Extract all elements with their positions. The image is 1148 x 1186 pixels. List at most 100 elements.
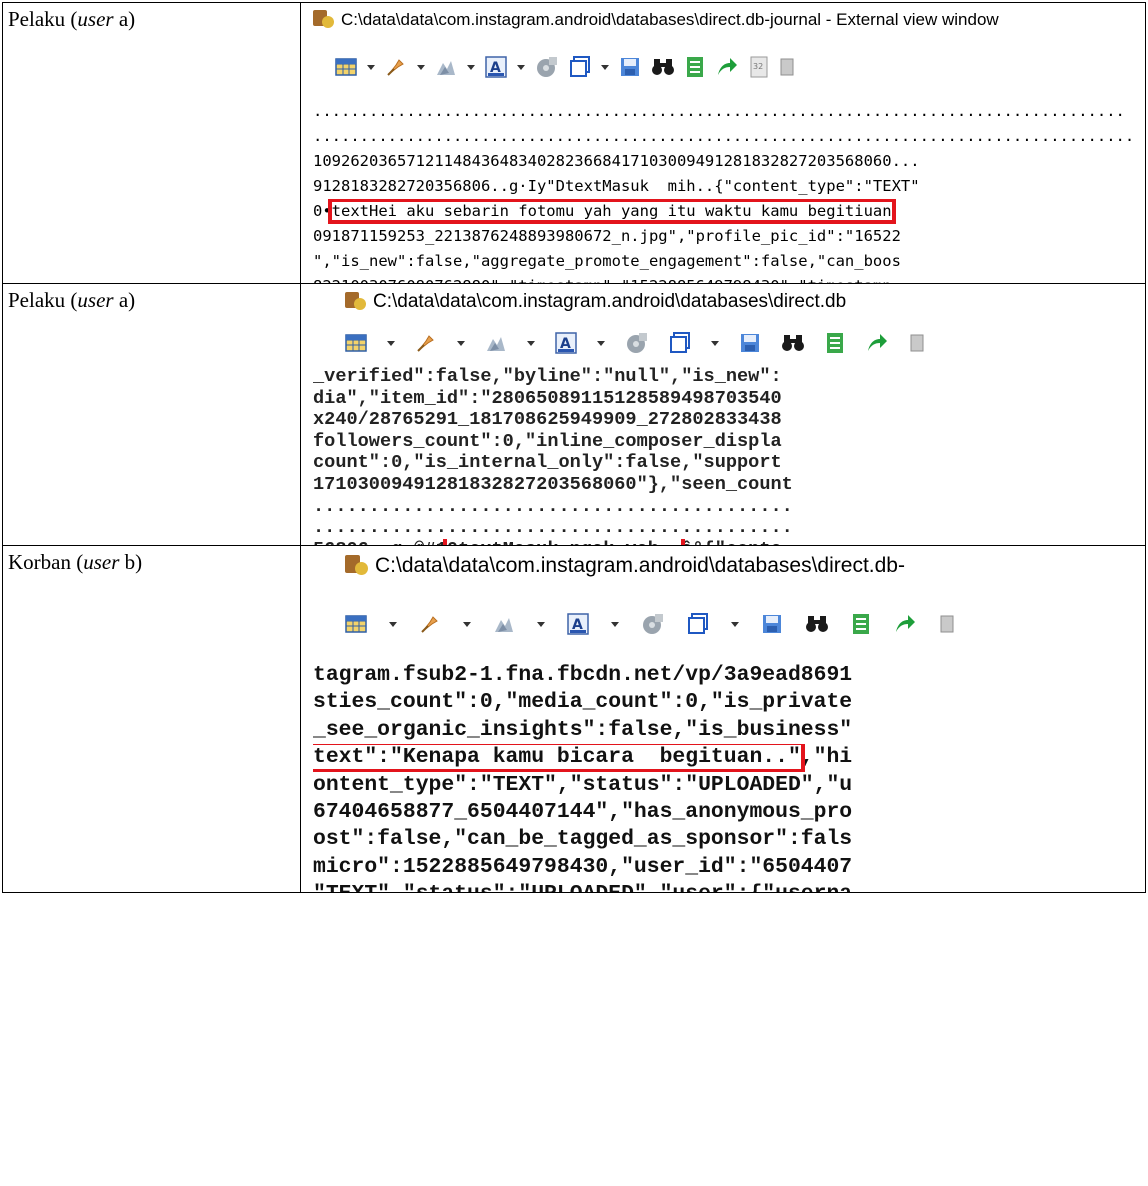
calc-icon[interactable]: 32 xyxy=(749,56,769,78)
arrow-icon[interactable] xyxy=(715,56,739,78)
hex-line: x240/28765291_181708625949909_2728028334… xyxy=(313,409,782,431)
highlighted-message: textHei aku sebarin fotomu yah yang itu … xyxy=(327,199,896,224)
hex-text-view: tagram.fsub2-1.fna.fbcdn.net/vp/3a9ead86… xyxy=(302,662,1145,892)
hex-line: ........................................… xyxy=(313,102,1125,120)
evidence-row-3: Korban (user b) C:\data\data\com.instagr… xyxy=(2,545,1146,893)
hex-line-after: ,"hi xyxy=(800,745,853,770)
chevron-down-icon[interactable] xyxy=(537,621,545,627)
hex-line: followers_count":0,"inline_composer_disp… xyxy=(313,430,782,452)
chart-icon[interactable] xyxy=(435,57,457,77)
viewer-window-3: C:\data\data\com.instagram.android\datab… xyxy=(301,546,1145,892)
chevron-down-icon[interactable] xyxy=(517,64,525,70)
hex-line: text":"Kenapa kamu bicara begituan..","h… xyxy=(313,744,1145,772)
screenshot-cell-1: C:\data\data\com.instagram.android\datab… xyxy=(300,2,1146,284)
text-color-icon[interactable]: A xyxy=(485,56,507,78)
label-suffix: a) xyxy=(113,7,136,31)
viewer-window-2: C:\data\data\com.instagram.android\datab… xyxy=(301,284,1145,545)
disk-icon[interactable] xyxy=(535,55,559,79)
chevron-down-icon[interactable] xyxy=(711,340,719,346)
hex-line: 0•textHei aku sebarin fotomu yah yang it… xyxy=(313,199,1145,224)
list-icon[interactable] xyxy=(851,613,871,635)
chevron-down-icon[interactable] xyxy=(417,64,425,70)
grid-icon[interactable] xyxy=(345,614,367,634)
svg-text:32: 32 xyxy=(753,62,763,71)
grid-icon[interactable] xyxy=(345,333,367,353)
chevron-down-icon[interactable] xyxy=(467,64,475,70)
evidence-row-1: Pelaku (user a) C:\data\data\com.instagr… xyxy=(2,2,1146,284)
save-icon[interactable] xyxy=(739,332,761,354)
save-icon[interactable] xyxy=(619,56,641,78)
label-suffix: a) xyxy=(113,288,136,312)
label-prefix: Pelaku ( xyxy=(8,288,78,312)
list-icon[interactable] xyxy=(685,56,705,78)
chevron-down-icon[interactable] xyxy=(367,64,375,70)
hex-line: tagram.fsub2-1.fna.fbcdn.net/vp/3a9ead86… xyxy=(313,663,853,687)
label-cell-3: Korban (user b) xyxy=(2,545,301,893)
save-icon[interactable] xyxy=(761,613,783,635)
grid-icon[interactable] xyxy=(335,57,357,77)
page-icon[interactable] xyxy=(939,614,955,634)
hex-line: dia","item_id":"280650891151285894987035… xyxy=(313,387,782,409)
arrow-icon[interactable] xyxy=(893,613,917,635)
chevron-down-icon[interactable] xyxy=(527,340,535,346)
hex-line: 67404658877_6504407144","has_anonymous_p… xyxy=(313,800,853,825)
highlighted-message: text":"Kenapa kamu bicara begituan.." xyxy=(313,744,805,772)
chevron-down-icon[interactable] xyxy=(389,621,397,627)
label-user: user xyxy=(77,7,114,31)
window-icon[interactable] xyxy=(569,56,591,78)
chevron-down-icon[interactable] xyxy=(611,621,619,627)
pin-icon[interactable] xyxy=(415,332,437,354)
viewer-window-1: C:\data\data\com.instagram.android\datab… xyxy=(301,3,1145,283)
hex-line: ost":false,"can_be_tagged_as_sponsor":fa… xyxy=(313,827,853,852)
chevron-down-icon[interactable] xyxy=(463,621,471,627)
chevron-down-icon[interactable] xyxy=(387,340,395,346)
label-suffix: b) xyxy=(119,550,143,574)
hex-line: ........................................… xyxy=(313,495,793,517)
hex-line: 9128183282720356806..g·Iy"DtextMasuk mih… xyxy=(313,177,920,195)
chart-icon[interactable] xyxy=(493,614,515,634)
hex-line: 8221003076080762880","timestamp":"152288… xyxy=(313,274,1145,283)
pin-icon[interactable] xyxy=(385,56,407,78)
screenshot-cell-2: C:\data\data\com.instagram.android\datab… xyxy=(300,283,1146,546)
label-user: user xyxy=(77,288,114,312)
hex-text-view: ........................................… xyxy=(302,97,1145,283)
chevron-down-icon[interactable] xyxy=(731,621,739,627)
page-icon[interactable] xyxy=(779,57,795,77)
chevron-down-icon[interactable] xyxy=(597,340,605,346)
list-icon[interactable] xyxy=(825,332,845,354)
chevron-down-icon[interactable] xyxy=(601,64,609,70)
hex-line: ........................................… xyxy=(313,127,1135,145)
hex-line: ........................................… xyxy=(313,517,793,539)
window-titlebar: C:\data\data\com.instagram.android\datab… xyxy=(302,547,1145,587)
app-icon xyxy=(345,555,369,577)
chart-icon[interactable] xyxy=(485,333,507,353)
binoculars-icon[interactable] xyxy=(651,57,675,77)
text-color-icon[interactable]: A xyxy=(555,332,577,354)
page-icon[interactable] xyxy=(909,333,925,353)
hex-line: ontent_type":"TEXT","status":"UPLOADED",… xyxy=(313,772,853,797)
viewer-toolbar: A xyxy=(302,586,1145,662)
disk-icon[interactable] xyxy=(625,331,649,355)
hex-line: ","is_new":false,"aggregate_promote_enga… xyxy=(313,252,901,270)
window-titlebar: C:\data\data\com.instagram.android\datab… xyxy=(302,4,1145,38)
pin-icon[interactable] xyxy=(419,613,441,635)
hex-text-view: _verified":false,"byline":"null","is_new… xyxy=(302,366,1145,545)
binoculars-icon[interactable] xyxy=(781,333,805,353)
window-titlebar: C:\data\data\com.instagram.android\datab… xyxy=(302,285,1145,321)
window-icon[interactable] xyxy=(687,613,709,635)
chevron-down-icon[interactable] xyxy=(457,340,465,346)
text-color-icon[interactable]: A xyxy=(567,613,589,635)
window-icon[interactable] xyxy=(669,332,691,354)
app-icon xyxy=(313,10,335,30)
highlighted-message: 0textMasuk ngak yah. xyxy=(442,538,686,545)
hex-line: 17103009491281832827203568060"},"seen_co… xyxy=(313,473,793,495)
arrow-icon[interactable] xyxy=(865,332,889,354)
hex-line: sties_count":0,"media_count":0,"is_priva… xyxy=(313,690,853,715)
hex-line: "TEXT","status":"UPLOADED","user":{"user… xyxy=(313,881,1145,891)
label-cell-2: Pelaku (user a) xyxy=(2,283,301,546)
viewer-toolbar: A 32 xyxy=(302,37,1145,97)
hex-line: micro":1522885649798430,"user_id":"65044… xyxy=(313,854,853,879)
binoculars-icon[interactable] xyxy=(805,614,829,634)
hex-line: 091871159253_2213876248893980672_n.jpg",… xyxy=(313,227,901,245)
disk-icon[interactable] xyxy=(641,612,665,636)
